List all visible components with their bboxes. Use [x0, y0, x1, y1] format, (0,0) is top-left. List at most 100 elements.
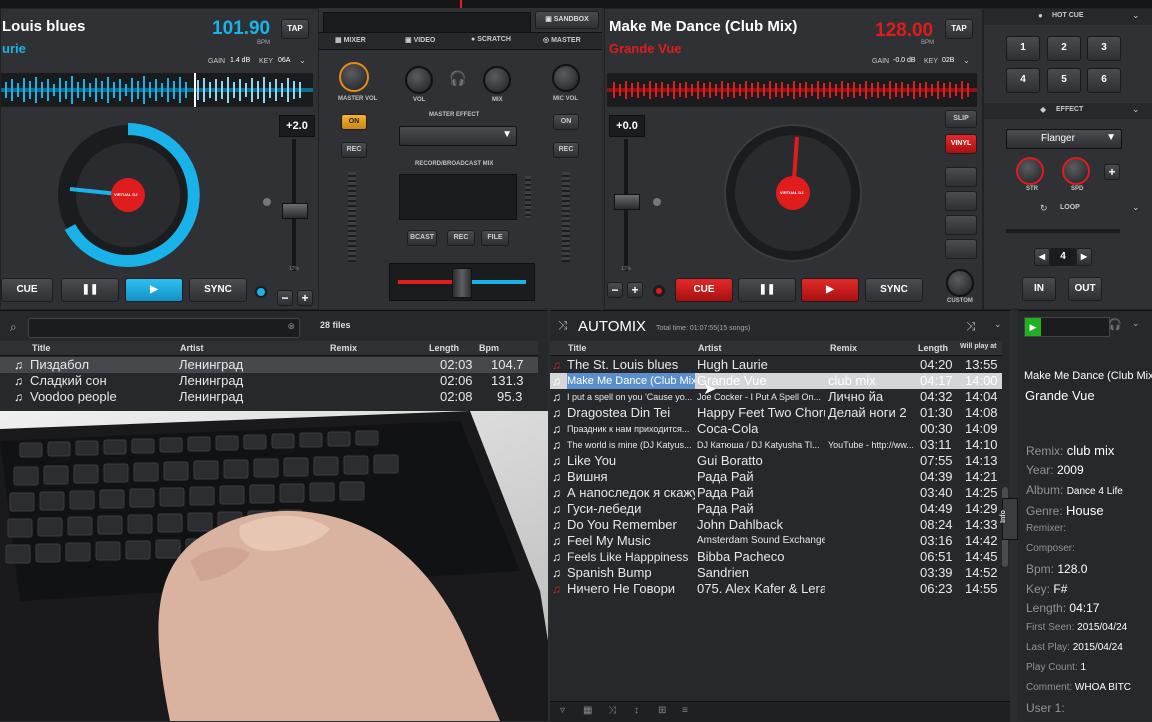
left-rec-button[interactable]: REC: [341, 142, 367, 158]
automix-row[interactable]: ♫ Гуси-лебеди Рада Рай 04:49 14:29: [550, 501, 1002, 517]
automix-shuffle-icon[interactable]: ⤨: [558, 318, 568, 333]
automix-row[interactable]: ♫ Dragostea Din Tei Happy Feet Two Chorus Д…: [550, 405, 1002, 421]
left-on-button[interactable]: ON: [341, 114, 367, 130]
col-remix[interactable]: Remix: [330, 343, 357, 353]
pad-button-1[interactable]: [945, 167, 977, 187]
vol-knob[interactable]: [405, 66, 433, 94]
hot-cue-chevron-icon[interactable]: ⌄: [1132, 10, 1140, 21]
left-pitch-handle[interactable]: [282, 203, 308, 219]
col-bpm[interactable]: Bpm: [479, 343, 499, 353]
left-tap-button[interactable]: TAP: [281, 19, 309, 39]
automix-shuffle-toolbar-icon[interactable]: ⤨: [608, 705, 616, 716]
automix-row[interactable]: ♫ The St. Louis blues Hugh Laurie 04:20 13:5…: [550, 357, 1002, 373]
automix-col-play[interactable]: Will play at: [960, 343, 997, 350]
right-pitch-dot[interactable]: [653, 198, 661, 206]
automix-menu-icon[interactable]: ⌄: [994, 319, 1002, 330]
right-rec-button[interactable]: REC: [553, 142, 579, 158]
left-platter[interactable]: VIRTUAL DJ: [56, 123, 200, 267]
automix-row[interactable]: ♫ The world is mine (DJ Katyus... DJ Катюш…: [550, 437, 1002, 453]
left-pause-button[interactable]: ❚❚: [61, 278, 119, 302]
loop-out-button[interactable]: OUT: [1068, 277, 1102, 301]
pad-button-2[interactable]: [945, 191, 977, 211]
crossfader[interactable]: [389, 263, 535, 301]
bcast-button[interactable]: BCAST: [407, 230, 437, 246]
sandbox-button[interactable]: ▣ SANDBOX: [535, 11, 599, 29]
automix-move-icon[interactable]: ↕: [634, 705, 639, 716]
automix-remove-icon[interactable]: ⊞: [658, 705, 666, 716]
automix-row[interactable]: ♫ Вишня Рада Рай 04:39 14:21: [550, 469, 1002, 485]
automix-row[interactable]: ♫ Feels Like Happpiness Bibba Pacheco 06:51…: [550, 549, 1002, 565]
automix-col-length[interactable]: Length: [918, 343, 948, 353]
left-play-button[interactable]: ▶: [125, 278, 183, 302]
str-knob[interactable]: [1016, 157, 1044, 185]
preview-play-icon[interactable]: ▶: [1025, 318, 1041, 336]
left-pitch-dot[interactable]: [263, 198, 271, 206]
left-chevron-down-icon[interactable]: ⌄: [299, 56, 306, 65]
preview-headphones-icon[interactable]: 🎧: [1108, 318, 1122, 331]
right-sync-button[interactable]: SYNC: [865, 278, 923, 302]
right-pitch-minus-button[interactable]: −: [607, 282, 623, 298]
effect-add-button[interactable]: +: [1104, 164, 1120, 180]
left-pitch-minus-button[interactable]: −: [277, 290, 293, 306]
col-length[interactable]: Length: [429, 343, 459, 353]
search-icon[interactable]: ⌕: [10, 320, 17, 335]
pad-button-3[interactable]: [945, 215, 977, 235]
left-sync-button[interactable]: SYNC: [189, 278, 247, 302]
loop-next-button[interactable]: ▶: [1076, 248, 1092, 266]
hot-cue-2[interactable]: 2: [1047, 36, 1081, 61]
automix-sort-icon[interactable]: ≡: [682, 705, 688, 716]
search-input[interactable]: ⊗: [28, 318, 300, 338]
hot-cue-3[interactable]: 3: [1087, 36, 1121, 61]
hot-cue-5[interactable]: 5: [1047, 68, 1081, 93]
pad-button-4[interactable]: [945, 239, 977, 259]
browser-row[interactable]: ♫ Voodoo people Ленинград 02:08 95.3: [0, 389, 538, 405]
browser-row[interactable]: ♫ Пиздабол Ленинград 02:03 104.7: [0, 357, 538, 373]
effect-select[interactable]: Flanger ▼: [1006, 129, 1122, 149]
top-seek-strip[interactable]: [0, 0, 1152, 8]
tab-mixer[interactable]: ▦ MIXER: [335, 36, 366, 44]
custom-knob[interactable]: [946, 269, 974, 297]
right-cue-button[interactable]: CUE: [675, 278, 733, 302]
automix-add-icon[interactable]: ▿: [560, 705, 565, 716]
info-chevron-icon[interactable]: ⌄: [1132, 318, 1140, 329]
automix-col-title[interactable]: Title: [568, 343, 586, 353]
slip-button[interactable]: SLIP: [945, 110, 977, 128]
loop-in-button[interactable]: IN: [1022, 277, 1056, 301]
right-on-button[interactable]: ON: [553, 114, 579, 130]
spd-knob[interactable]: [1062, 157, 1090, 185]
col-artist[interactable]: Artist: [180, 343, 204, 353]
left-sync-icon[interactable]: [255, 286, 267, 298]
right-platter[interactable]: VIRTUAL DJ: [723, 123, 863, 263]
vinyl-button[interactable]: VINYL: [945, 134, 977, 154]
right-record-icon[interactable]: [653, 285, 665, 297]
automix-row[interactable]: ♫ Feel My Music Amsterdam Sound Exchange 03…: [550, 533, 1002, 549]
tab-master[interactable]: ◎ MASTER: [543, 36, 581, 44]
automix-grid-icon[interactable]: ▦: [583, 705, 592, 716]
left-waveform[interactable]: [1, 73, 313, 107]
file-button[interactable]: FILE: [481, 230, 509, 246]
right-tap-button[interactable]: TAP: [945, 19, 973, 39]
right-pitch-slider[interactable]: [613, 139, 640, 271]
hot-cue-6[interactable]: 6: [1087, 68, 1121, 93]
master-vol-knob[interactable]: [339, 62, 369, 92]
right-pause-button[interactable]: ❚❚: [738, 278, 796, 302]
automix-col-remix[interactable]: Remix: [830, 343, 857, 353]
automix-row[interactable]: ♫ Do You Remember John Dahlback 08:24 14:33: [550, 517, 1002, 533]
tab-video[interactable]: ▣ VIDEO: [405, 36, 435, 44]
search-clear-icon[interactable]: ⊗: [287, 321, 295, 332]
mic-vol-knob[interactable]: [552, 64, 580, 92]
right-waveform[interactable]: [607, 73, 977, 107]
crossfader-handle[interactable]: [452, 268, 472, 298]
automix-row[interactable]: ♫ I put a spell on you 'Cause yo... Joe Co…: [550, 389, 1002, 405]
tab-scratch[interactable]: ● SCRATCH: [471, 36, 511, 43]
hot-cue-1[interactable]: 1: [1006, 36, 1040, 61]
left-cue-button[interactable]: CUE: [1, 278, 53, 302]
left-pitch-plus-button[interactable]: +: [297, 290, 313, 306]
right-pitch-handle[interactable]: [614, 194, 640, 210]
right-play-button[interactable]: ▶: [801, 278, 859, 302]
master-effect-select[interactable]: ▼: [399, 126, 517, 146]
right-chevron-down-icon[interactable]: ⌄: [963, 56, 970, 65]
automix-row[interactable]: ♫ Праздник к нам приходится... Coca-Cola 00…: [550, 421, 1002, 437]
headphones-icon[interactable]: 🎧: [449, 70, 466, 87]
left-pitch-slider[interactable]: [281, 139, 308, 271]
